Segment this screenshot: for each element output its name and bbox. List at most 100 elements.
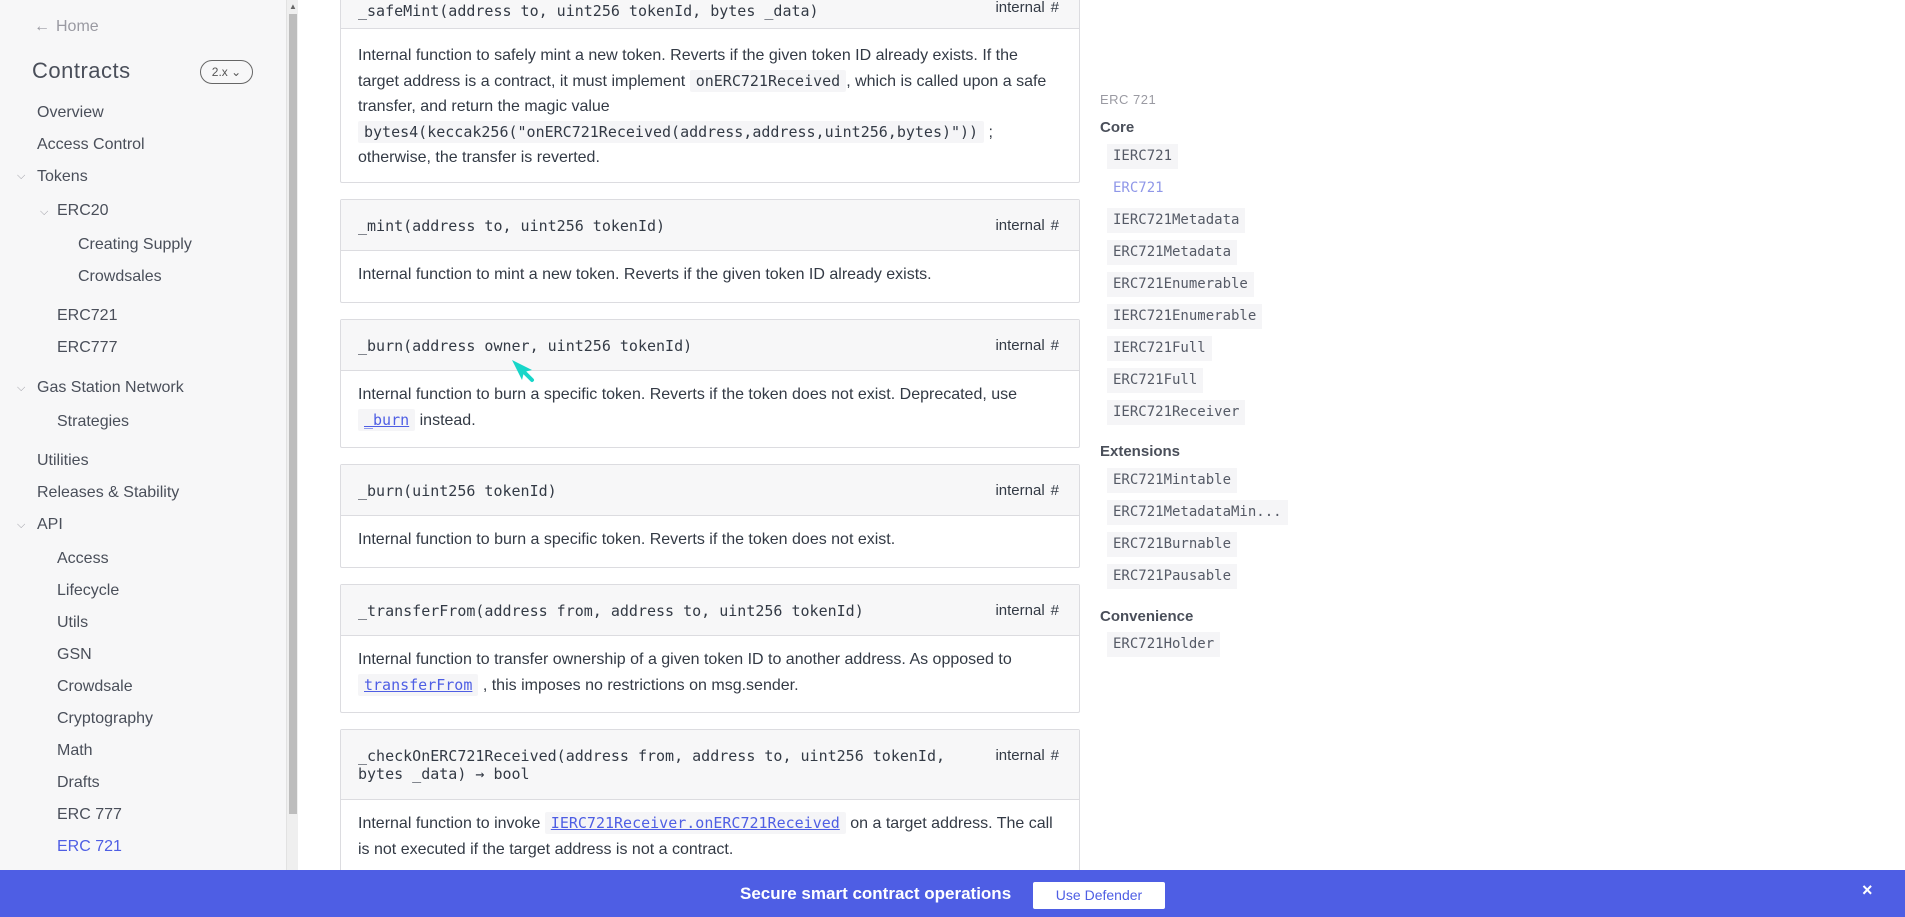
- sidebar-item-erc20[interactable]: ERC20: [57, 202, 109, 220]
- visibility-label: internal: [995, 0, 1045, 16]
- sidebar-item-creating-supply[interactable]: Creating Supply: [78, 236, 192, 254]
- description-text: on a target address. The call: [850, 815, 1053, 832]
- sidebar-item-tokens[interactable]: Tokens: [37, 168, 88, 186]
- scroll-up-icon[interactable]: ▲: [288, 2, 298, 12]
- toc-item[interactable]: ERC721Holder: [1107, 632, 1221, 657]
- visibility-label: internal: [995, 217, 1045, 234]
- sidebar-item-erc777[interactable]: ERC777: [57, 339, 117, 357]
- anchor-link[interactable]: #: [1051, 747, 1059, 764]
- toc-item[interactable]: ERC721: [1107, 176, 1170, 201]
- function-description: Internal function to invoke IERC721Recei…: [341, 800, 1079, 862]
- function-description: Internal function to safely mint a new t…: [341, 29, 1079, 171]
- function-card-burn: _burn(uint256 tokenId) internal # Interna…: [340, 464, 1080, 568]
- sidebar: ← Home Contracts 2.x ⌄ Overview Access Co…: [0, 0, 286, 870]
- toc-item[interactable]: ERC721Full: [1107, 368, 1204, 393]
- anchor-link[interactable]: #: [1051, 217, 1059, 234]
- sidebar-item-api-erc721[interactable]: ERC 721: [57, 838, 122, 856]
- function-meta: internal #: [995, 747, 1059, 764]
- chevron-down-icon[interactable]: ⌵: [17, 170, 25, 183]
- home-label: Home: [56, 18, 99, 35]
- toc-label: ERC 721: [1100, 92, 1157, 107]
- chevron-down-icon[interactable]: ⌵: [17, 382, 25, 395]
- visibility-label: internal: [995, 747, 1045, 764]
- toc-item[interactable]: IERC721Full: [1107, 336, 1212, 361]
- version-select[interactable]: 2.x ⌄: [200, 60, 253, 84]
- function-description: Internal function to transfer ownership …: [341, 636, 1079, 698]
- toc-item[interactable]: ERC721Enumerable: [1107, 272, 1254, 297]
- sidebar-item-crowdsales[interactable]: Crowdsales: [78, 268, 162, 286]
- function-description: Internal function to mint a new token. R…: [358, 266, 932, 283]
- function-signature: _mint(address to, uint256 tokenId): [358, 217, 666, 235]
- function-header: _burn(uint256 tokenId) internal #: [341, 465, 1079, 516]
- function-card-mint: _mint(address to, uint256 tokenId) inter…: [340, 199, 1080, 303]
- sidebar-item-utilities[interactable]: Utilities: [37, 452, 89, 470]
- chevron-down-icon[interactable]: ⌵: [17, 519, 25, 532]
- description-text: is not executed if the target address is…: [358, 840, 734, 858]
- toc-item[interactable]: IERC721Receiver: [1107, 400, 1246, 425]
- toc-item[interactable]: ERC721MetadataMin...: [1107, 500, 1288, 525]
- burn-link[interactable]: _burn: [358, 408, 416, 431]
- sidebar-item-api-drafts[interactable]: Drafts: [57, 774, 100, 792]
- chevron-down-icon[interactable]: ⌵: [40, 206, 48, 219]
- sidebar-item-api-lifecycle[interactable]: Lifecycle: [57, 582, 119, 600]
- receiver-link[interactable]: IERC721Receiver.onERC721Received: [544, 812, 846, 834]
- toc-item[interactable]: ERC721Metadata: [1107, 240, 1238, 265]
- sidebar-item-api-gsn[interactable]: GSN: [57, 646, 92, 664]
- sidebar-item-strategies[interactable]: Strategies: [57, 413, 129, 431]
- function-meta: internal #: [995, 217, 1059, 234]
- sidebar-item-api-erc777[interactable]: ERC 777: [57, 806, 122, 824]
- function-meta: internal #: [995, 602, 1059, 619]
- visibility-label: internal: [995, 337, 1045, 354]
- toc-heading-convenience[interactable]: Convenience: [1100, 608, 1193, 625]
- sidebar-item-api-crowdsale[interactable]: Crowdsale: [57, 678, 133, 696]
- transfer-from-link[interactable]: transferFrom: [358, 673, 479, 696]
- toc-item[interactable]: ERC721Mintable: [1107, 468, 1238, 493]
- inline-code: bytes4(keccak256("onERC721Received(addre…: [358, 120, 985, 143]
- sidebar-item-api-utils[interactable]: Utils: [57, 614, 88, 632]
- sidebar-item-api-math[interactable]: Math: [57, 742, 93, 760]
- anchor-link[interactable]: #: [1051, 0, 1059, 16]
- sidebar-item-releases[interactable]: Releases & Stability: [37, 484, 179, 502]
- close-icon[interactable]: ×: [1862, 880, 1873, 901]
- visibility-label: internal: [995, 602, 1045, 619]
- sidebar-item-gsn[interactable]: Gas Station Network: [37, 379, 184, 397]
- function-signature: _transferFrom(address from, address to, …: [358, 602, 864, 620]
- arrow-left-icon: ←: [34, 18, 50, 35]
- anchor-link[interactable]: #: [1051, 337, 1059, 354]
- toc-item[interactable]: IERC721Metadata: [1107, 208, 1246, 233]
- function-header: _checkOnERC721Received(address from, add…: [341, 730, 1079, 800]
- description-text: , this imposes no restrictions on msg.se…: [482, 676, 799, 694]
- sidebar-item-access-control[interactable]: Access Control: [37, 136, 145, 154]
- use-defender-button[interactable]: Use Defender: [1033, 882, 1165, 909]
- toc-item[interactable]: IERC721: [1107, 144, 1179, 169]
- sidebar-item-api-cryptography[interactable]: Cryptography: [57, 710, 153, 728]
- sidebar-item-overview[interactable]: Overview: [37, 104, 104, 122]
- sidebar-scrollbar[interactable]: ▲: [286, 0, 298, 870]
- function-signature: _burn(uint256 tokenId): [358, 482, 557, 500]
- description-text: Internal function to transfer ownership …: [358, 651, 1012, 668]
- function-header: _burn(address owner, uint256 tokenId) in…: [341, 320, 1079, 371]
- toc-item[interactable]: ERC721Burnable: [1107, 532, 1238, 557]
- sidebar-item-erc721[interactable]: ERC721: [57, 307, 117, 325]
- toc-item[interactable]: ERC721Pausable: [1107, 564, 1238, 589]
- function-description: Internal function to burn a specific tok…: [341, 371, 1079, 433]
- inline-code: onERC721Received: [689, 69, 847, 92]
- promo-banner: Secure smart contract operations: [0, 870, 1905, 917]
- function-meta: internal #: [995, 482, 1059, 499]
- banner-text: Secure smart contract operations: [740, 884, 1012, 903]
- function-header: _safeMint(address to, uint256 tokenId, b…: [341, 0, 1079, 29]
- sidebar-item-api-access[interactable]: Access: [57, 550, 109, 568]
- function-description: Internal function to burn a specific tok…: [358, 531, 896, 548]
- toc-item[interactable]: IERC721Enumerable: [1107, 304, 1263, 329]
- scrollbar-thumb[interactable]: [289, 14, 297, 814]
- mouse-cursor-icon: [512, 360, 534, 382]
- anchor-link[interactable]: #: [1051, 602, 1059, 619]
- toc-heading-extensions[interactable]: Extensions: [1100, 443, 1180, 460]
- function-meta: internal #: [995, 0, 1059, 16]
- toc-heading-core[interactable]: Core: [1100, 119, 1134, 136]
- anchor-link[interactable]: #: [1051, 482, 1059, 499]
- home-link[interactable]: ← Home: [34, 18, 99, 36]
- function-signature: _safeMint(address to, uint256 tokenId, b…: [358, 2, 819, 20]
- function-header: _mint(address to, uint256 tokenId) inter…: [341, 200, 1079, 251]
- sidebar-item-api[interactable]: API: [37, 516, 63, 534]
